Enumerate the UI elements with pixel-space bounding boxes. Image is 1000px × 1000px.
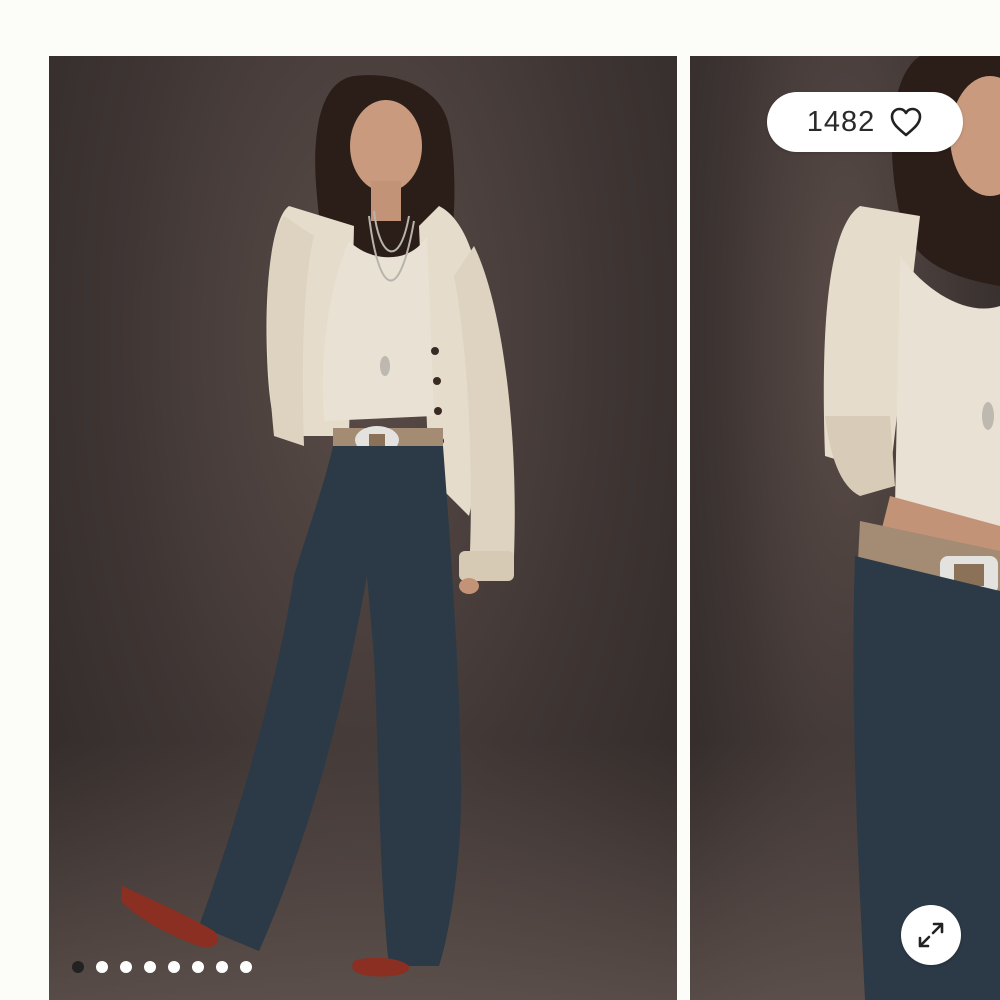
carousel-dot-1[interactable] <box>72 961 84 973</box>
heart-icon <box>890 107 922 137</box>
expand-image-button[interactable] <box>901 905 961 965</box>
model-illustration <box>121 75 515 977</box>
product-image-gallery: 1482 <box>0 0 1000 1000</box>
carousel-pagination <box>72 961 252 973</box>
likes-button[interactable]: 1482 <box>767 92 963 152</box>
carousel-dot-6[interactable] <box>192 961 204 973</box>
expand-icon <box>918 922 944 948</box>
carousel-dot-8[interactable] <box>240 961 252 973</box>
model-closeup-photo[interactable] <box>690 56 1000 1000</box>
carousel-dot-5[interactable] <box>168 961 180 973</box>
carousel-dot-2[interactable] <box>96 961 108 973</box>
carousel-dot-7[interactable] <box>216 961 228 973</box>
likes-count: 1482 <box>806 105 876 138</box>
carousel-dot-3[interactable] <box>120 961 132 973</box>
carousel-dot-4[interactable] <box>144 961 156 973</box>
model-closeup-illustration <box>823 56 1000 1000</box>
model-full-length-photo[interactable] <box>49 56 677 1000</box>
